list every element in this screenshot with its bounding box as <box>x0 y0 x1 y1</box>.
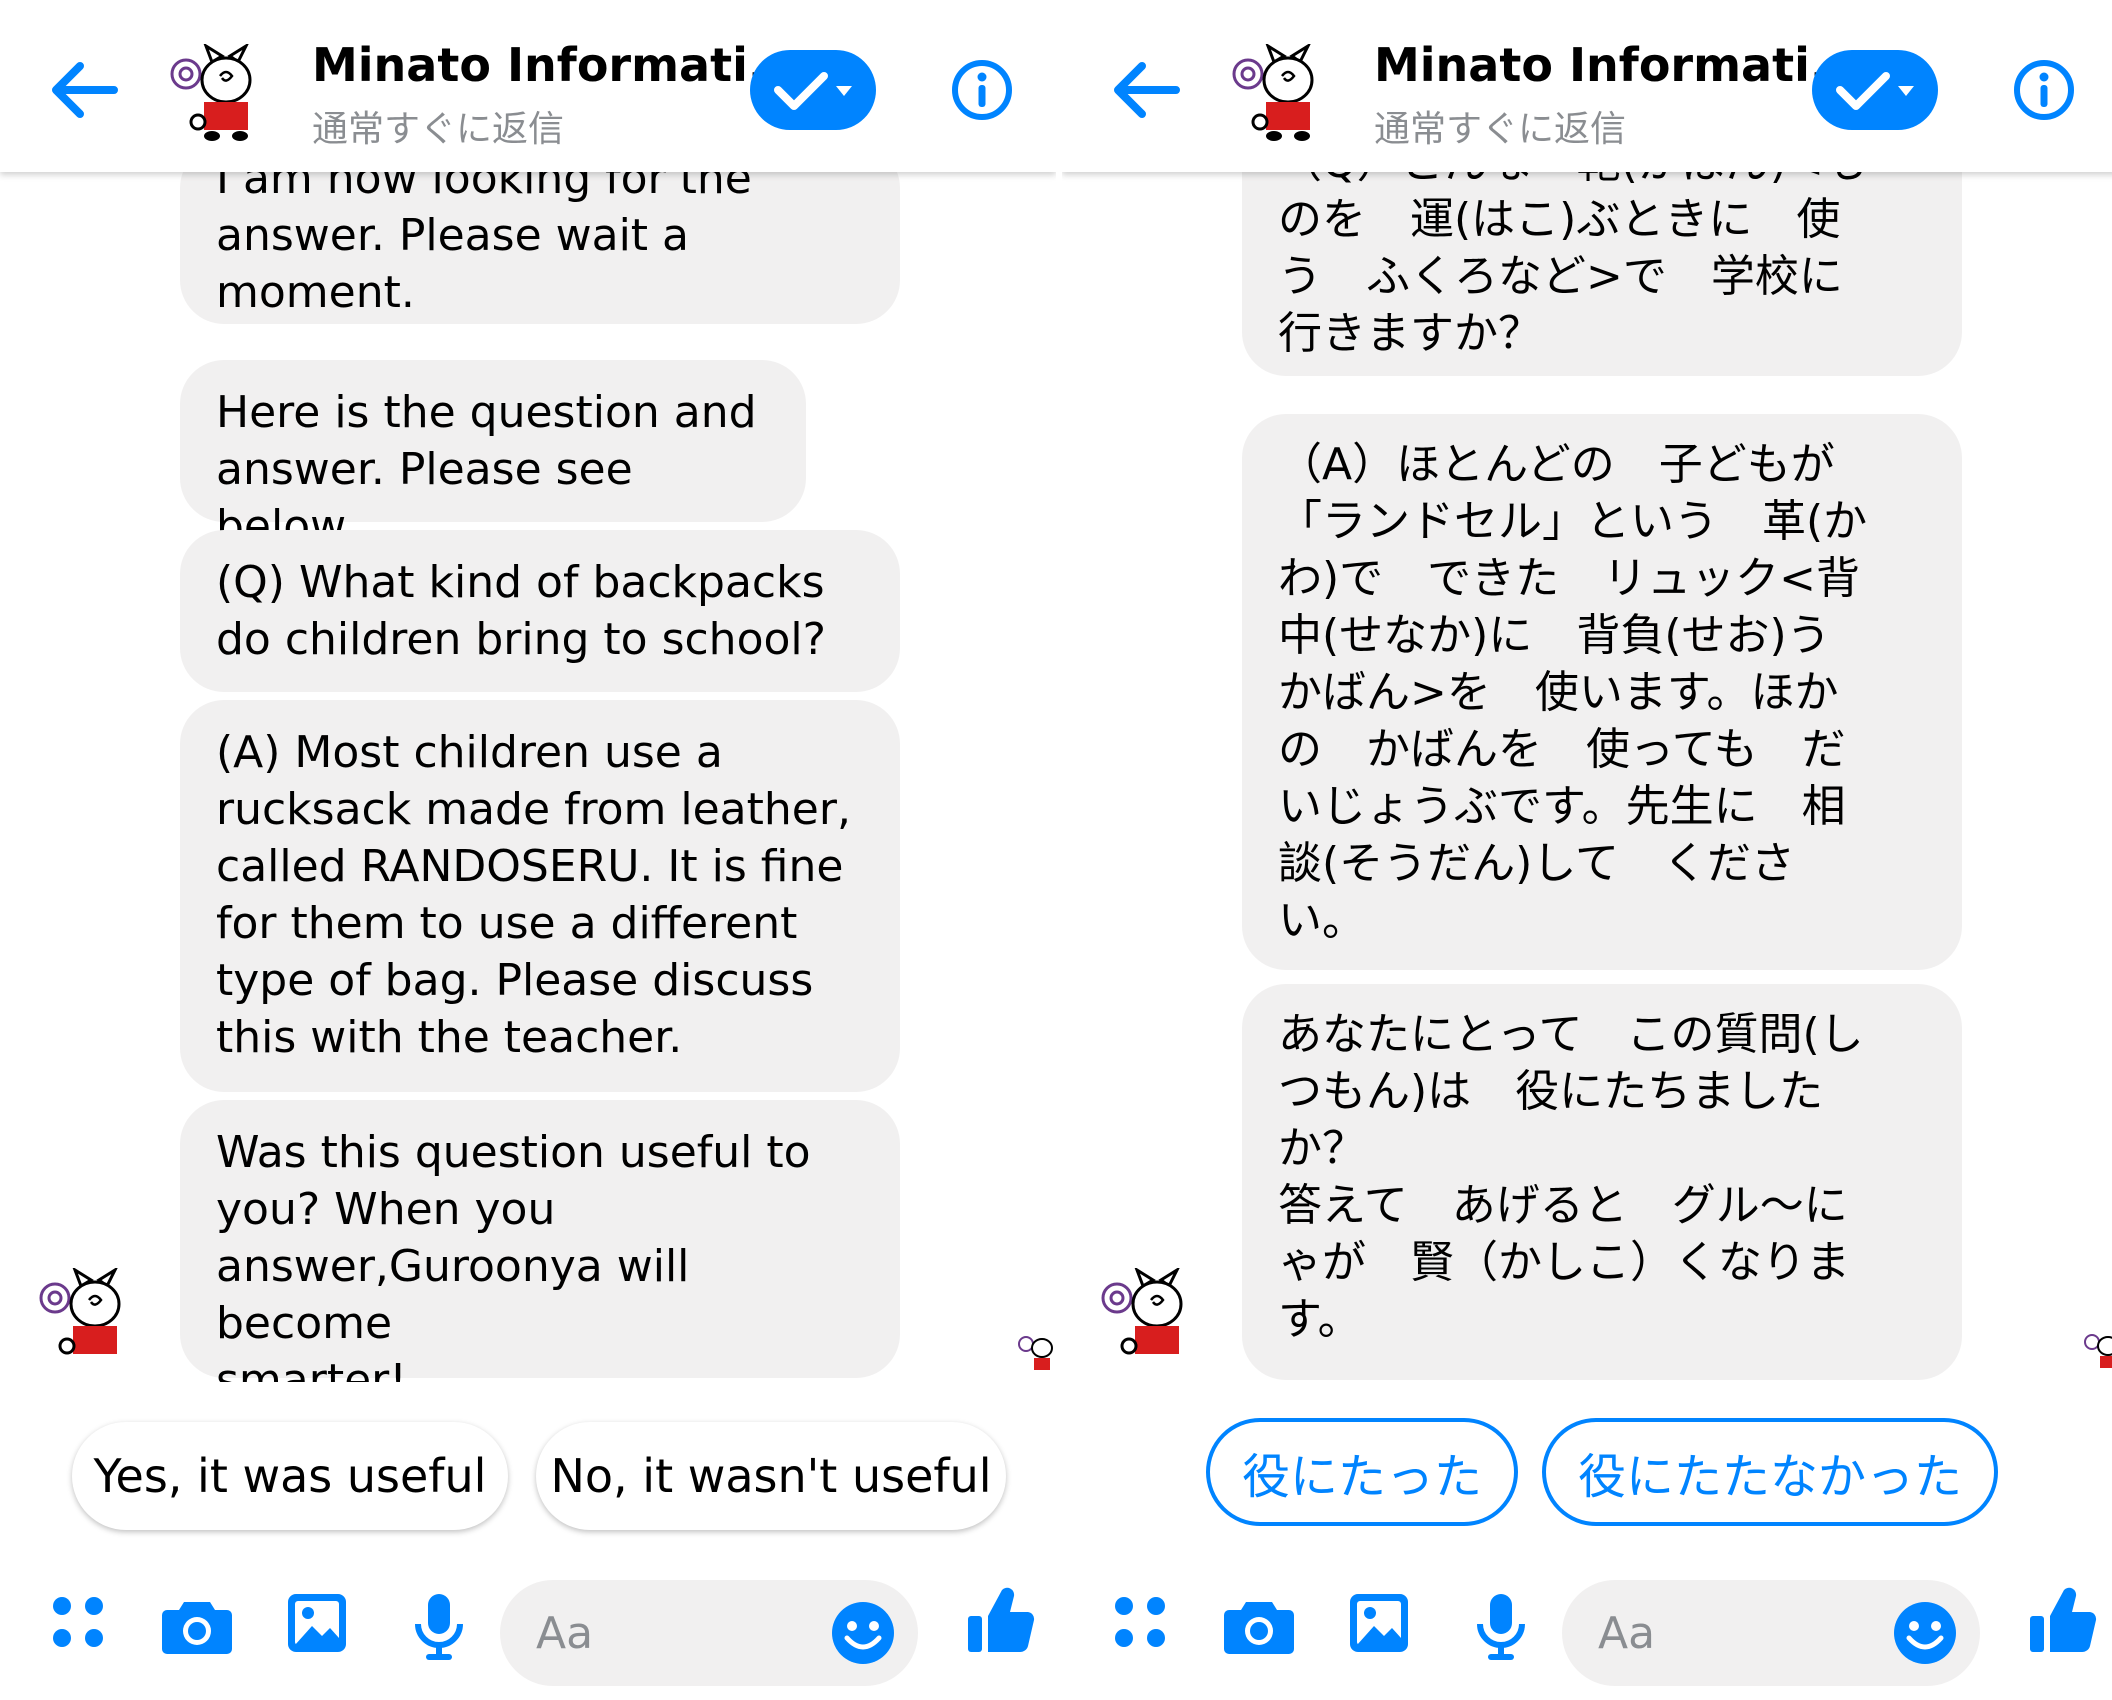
bot-avatar <box>1101 1268 1183 1355</box>
mascot-avatar[interactable] <box>168 44 278 144</box>
message-bubble: （Q）どんな 鞄(かばん)<も のを 運(はこ)ぶときに 使 う ふくろなど>で… <box>1242 172 1962 376</box>
thumbs-up-icon[interactable] <box>2028 1584 2098 1656</box>
chat-panel-japanese: Minato Informati... 通常すぐに返信 （Q）どんな 鞄(かばん… <box>1062 0 2112 1700</box>
chat-title[interactable]: Minato Informati... <box>312 38 800 92</box>
response-time-status: 通常すぐに返信 <box>1374 109 1627 150</box>
message-bubble: (Q) What kind of backpacks do children b… <box>180 530 900 692</box>
microphone-icon[interactable] <box>412 1592 466 1662</box>
chat-header: Minato Informati... 通常すぐに返信 <box>1062 0 2112 172</box>
emoji-icon[interactable] <box>1892 1600 1958 1666</box>
message-input[interactable]: Aa <box>500 1580 918 1686</box>
emoji-icon[interactable] <box>830 1600 896 1666</box>
check-dropdown-icon <box>1836 72 1914 110</box>
message-list: I am now looking for the answer. Please … <box>0 172 1056 1382</box>
quick-reply-no[interactable]: No, it wasn't useful <box>536 1422 1006 1530</box>
check-dropdown-icon <box>774 72 852 110</box>
info-icon[interactable] <box>950 58 1014 122</box>
check-dropdown-button[interactable] <box>1812 50 1938 130</box>
thumbs-up-icon[interactable] <box>966 1584 1036 1656</box>
composer-bar: Aa <box>1062 1560 2112 1700</box>
gallery-icon[interactable] <box>1348 1592 1410 1654</box>
read-receipt-avatar <box>1018 1336 1053 1370</box>
bot-avatar <box>39 1268 121 1355</box>
microphone-icon[interactable] <box>1474 1592 1528 1662</box>
message-bubble: I am now looking for the answer. Please … <box>180 172 900 324</box>
camera-icon[interactable] <box>162 1592 232 1656</box>
chat-title[interactable]: Minato Informati... <box>1374 38 1862 92</box>
message-input[interactable]: Aa <box>1562 1580 1980 1686</box>
response-time-status: 通常すぐに返信 <box>312 109 565 150</box>
composer-bar: Aa <box>0 1560 1056 1700</box>
message-bubble: Here is the question and answer. Please … <box>180 360 806 552</box>
mascot-avatar[interactable] <box>1230 44 1340 144</box>
check-dropdown-button[interactable] <box>750 50 876 130</box>
back-arrow-icon[interactable] <box>44 50 124 130</box>
message-bubble: Was this question useful to you? When yo… <box>180 1100 900 1382</box>
back-arrow-icon[interactable] <box>1106 50 1186 130</box>
quick-reply-yes[interactable]: Yes, it was useful <box>72 1422 508 1530</box>
apps-icon[interactable] <box>1110 1592 1170 1652</box>
message-list: （Q）どんな 鞄(かばん)<も のを 運(はこ)ぶときに 使 う ふくろなど>で… <box>1062 172 2112 1382</box>
message-input-placeholder: Aa <box>536 1608 594 1659</box>
message-bubble: （A）ほとんどの 子どもが 「ランドセル」という 革(か わ)で できた リュッ… <box>1242 414 1962 970</box>
info-icon[interactable] <box>2012 58 2076 122</box>
camera-icon[interactable] <box>1224 1592 1294 1656</box>
chat-panel-english: Minato Informati... 通常すぐに返信 I am now loo… <box>0 0 1056 1700</box>
message-bubble: (A) Most children use a rucksack made fr… <box>180 700 900 1092</box>
gallery-icon[interactable] <box>286 1592 348 1654</box>
chat-header: Minato Informati... 通常すぐに返信 <box>0 0 1056 172</box>
quick-reply-useful[interactable]: 役にたった <box>1206 1418 1518 1526</box>
message-input-placeholder: Aa <box>1598 1608 1656 1659</box>
message-bubble: あなたにとって この質問(し つもん)は 役にたちました か？ 答えて あげると… <box>1242 984 1962 1380</box>
apps-icon[interactable] <box>48 1592 108 1652</box>
read-receipt-avatar <box>2084 1334 2112 1368</box>
quick-reply-not-useful[interactable]: 役にたたなかった <box>1542 1418 1998 1526</box>
